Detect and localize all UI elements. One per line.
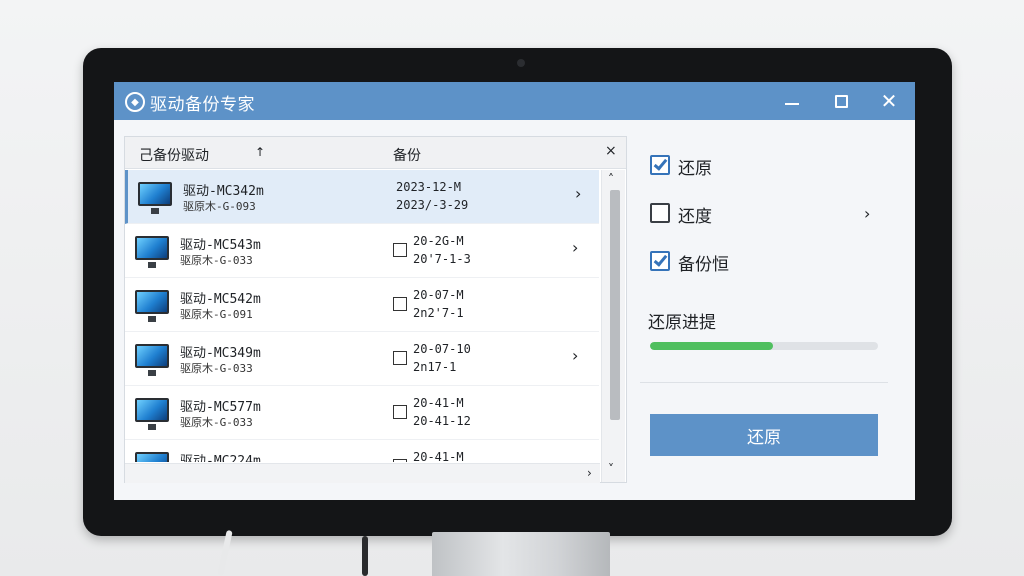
horizontal-scrollbar[interactable]: › [125, 463, 600, 483]
cable [362, 536, 368, 576]
close-list-icon[interactable]: × [605, 143, 617, 159]
backup-date: 20-07-M [413, 288, 464, 302]
cable [217, 529, 233, 576]
monitor-stand [432, 532, 610, 576]
shield-icon: ◆ [125, 92, 145, 112]
check-icon [653, 252, 668, 267]
checkbox-restore[interactable] [650, 155, 670, 175]
backup-date: 2023-12-M [396, 180, 462, 194]
scroll-up-icon[interactable]: ˄ [608, 172, 614, 186]
check-icon [653, 156, 668, 171]
backup-date-secondary: 20-41-12 [413, 414, 471, 428]
maximize-icon [834, 94, 848, 108]
row-checkbox[interactable] [393, 459, 407, 462]
webcam [517, 59, 525, 67]
checkbox-backup[interactable] [650, 251, 670, 271]
option-backup-label: 备份恒 [678, 255, 729, 275]
driver-sub: 驱原木-G-033 [180, 254, 253, 267]
chevron-right-icon[interactable]: › [575, 184, 581, 203]
backup-date: 20-41-M [413, 396, 464, 410]
backup-list-panel: 己备份驱动 ↑ 备份 × 驱动-MC342m 驱原木-G-093 2023-12… [124, 136, 627, 483]
driver-sub: 驱原木-G-033 [180, 416, 253, 429]
driver-name: 驱动-MC577m [180, 400, 261, 415]
minimize-icon [785, 103, 799, 105]
backup-date: 20-07-10 [413, 342, 471, 356]
monitor-icon [135, 290, 169, 322]
backup-date-secondary: 2n17-1 [413, 360, 457, 374]
restore-button[interactable]: 还原 [650, 414, 878, 456]
window-title: 驱动备份专家 [150, 95, 255, 115]
list-item[interactable]: 驱动-MC224m 20-41-M [125, 440, 599, 462]
chevron-right-icon[interactable]: › [572, 346, 578, 365]
list-item[interactable]: 驱动-MC349m 驱原木-G-033 20-07-10 2n17-1 › [125, 332, 599, 386]
row-checkbox[interactable] [393, 351, 407, 365]
list-header: 己备份驱动 ↑ 备份 × [125, 137, 626, 169]
vertical-scrollbar[interactable]: ˄ ˅ [601, 170, 625, 482]
backup-date: 20-41-M [413, 450, 464, 462]
chevron-right-icon[interactable]: › [864, 204, 870, 223]
driver-sub: 驱原木-G-033 [180, 362, 253, 375]
list-item[interactable]: 驱动-MC577m 驱原木-G-033 20-41-M 20-41-12 [125, 386, 599, 440]
sort-icon[interactable]: ↑ [255, 145, 265, 159]
maximize-button[interactable] [826, 88, 856, 114]
monitor-icon [135, 452, 169, 462]
driver-name: 驱动-MC349m [180, 346, 261, 361]
checkbox-restore-degree[interactable] [650, 203, 670, 223]
backup-date-secondary: 2023/-3-29 [396, 198, 469, 212]
progress-fill [650, 342, 774, 350]
driver-list: 驱动-MC342m 驱原木-G-093 2023-12-M 2023/-3-29… [125, 170, 599, 462]
row-checkbox[interactable] [393, 243, 407, 257]
option-restore-degree-label: 还度 [678, 207, 712, 227]
driver-sub: 驱原木-G-091 [180, 308, 253, 321]
options-panel: 还原 还度 › 备份恒 还原进提 还原 [640, 136, 902, 483]
chevron-right-icon[interactable]: › [572, 238, 578, 257]
driver-name: 驱动-MC543m [180, 238, 261, 253]
backup-date-secondary: 2n2'7-1 [413, 306, 464, 320]
monitor-icon [135, 236, 169, 268]
list-item[interactable]: 驱动-MC543m 驱原木-G-033 20-2G-M 20'7-1-3 › [125, 224, 599, 278]
title-bar: ◆ 驱动备份专家 ✕ [114, 82, 915, 120]
monitor-icon [138, 182, 172, 214]
close-button[interactable]: ✕ [874, 88, 904, 114]
driver-sub: 驱原木-G-093 [183, 200, 256, 213]
scrollbar-thumb[interactable] [610, 190, 620, 420]
progress-bar [650, 342, 878, 350]
driver-name: 驱动-MC224m [180, 454, 261, 462]
column-header-backup[interactable]: 备份 [393, 145, 421, 165]
list-item[interactable]: 驱动-MC542m 驱原木-G-091 20-07-M 2n2'7-1 [125, 278, 599, 332]
monitor-icon [135, 344, 169, 376]
backup-date-secondary: 20'7-1-3 [413, 252, 471, 266]
minimize-button[interactable] [777, 88, 807, 114]
scroll-right-icon[interactable]: › [587, 466, 592, 480]
monitor-icon [135, 398, 169, 430]
list-item[interactable]: 驱动-MC342m 驱原木-G-093 2023-12-M 2023/-3-29… [125, 170, 599, 224]
row-checkbox[interactable] [393, 405, 407, 419]
option-restore-label: 还原 [678, 159, 712, 179]
row-checkbox[interactable] [393, 297, 407, 311]
driver-name: 驱动-MC542m [180, 292, 261, 307]
column-header-drivers[interactable]: 己备份驱动 [139, 145, 209, 165]
scroll-down-icon[interactable]: ˅ [608, 462, 614, 476]
divider [640, 382, 888, 383]
app-window: ◆ 驱动备份专家 ✕ 己备份驱动 ↑ 备份 × 驱动-MC342m 驱原木-G-… [114, 82, 915, 500]
driver-name: 驱动-MC342m [183, 184, 264, 199]
backup-date: 20-2G-M [413, 234, 464, 248]
progress-label: 还原进提 [648, 313, 716, 333]
